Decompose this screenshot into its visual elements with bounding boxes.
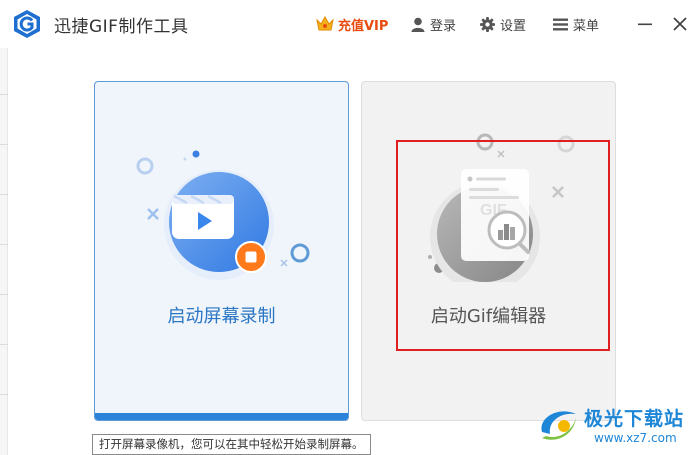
gear-icon bbox=[480, 16, 495, 32]
gif-editor-label: 启动Gif编辑器 bbox=[430, 306, 547, 327]
background-window-edge bbox=[0, 48, 8, 455]
site-watermark: 极光下载站 www.xz7.com bbox=[536, 398, 696, 453]
menu-button[interactable]: 菜单 bbox=[553, 14, 599, 34]
screen-record-card[interactable]: 启动屏幕录制 bbox=[94, 81, 349, 421]
login-label: 登录 bbox=[430, 18, 457, 34]
settings-button[interactable]: 设置 bbox=[480, 14, 526, 34]
hamburger-menu-icon bbox=[553, 18, 568, 30]
minimize-icon bbox=[638, 23, 652, 26]
screen-record-label: 启动屏幕录制 bbox=[167, 306, 276, 327]
settings-label: 设置 bbox=[500, 18, 527, 34]
app-logo-icon bbox=[14, 10, 40, 38]
watermark-url: www.xz7.com bbox=[594, 431, 677, 445]
app-window: 迅捷GIF制作工具 充值VIP 登录 设置 菜单 启动屏幕录制 GIF 启动Gi… bbox=[0, 0, 698, 455]
app-title: 迅捷GIF制作工具 bbox=[54, 17, 189, 37]
close-icon bbox=[673, 17, 687, 31]
vip-button[interactable]: 充值VIP bbox=[316, 14, 388, 34]
gif-editor-icon: GIF bbox=[428, 133, 575, 282]
minimize-button[interactable] bbox=[633, 12, 657, 36]
vip-label: 充值VIP bbox=[338, 18, 389, 34]
login-button[interactable]: 登录 bbox=[411, 14, 456, 34]
user-icon bbox=[411, 17, 425, 32]
watermark-logo-icon bbox=[541, 411, 576, 440]
menu-label: 菜单 bbox=[573, 18, 600, 34]
close-button[interactable] bbox=[668, 12, 692, 36]
vip-crown-icon bbox=[316, 16, 334, 31]
watermark-brand: 极光下载站 bbox=[584, 408, 685, 430]
selected-card-bar bbox=[95, 413, 348, 420]
tooltip: 打开屏幕录像机，您可以在其中轻松开始录制屏幕。 bbox=[92, 434, 371, 455]
gif-editor-card[interactable]: GIF 启动Gif编辑器 bbox=[361, 81, 616, 421]
screen-record-icon bbox=[136, 150, 310, 280]
title-bar: 迅捷GIF制作工具 充值VIP 登录 设置 菜单 bbox=[0, 0, 698, 48]
